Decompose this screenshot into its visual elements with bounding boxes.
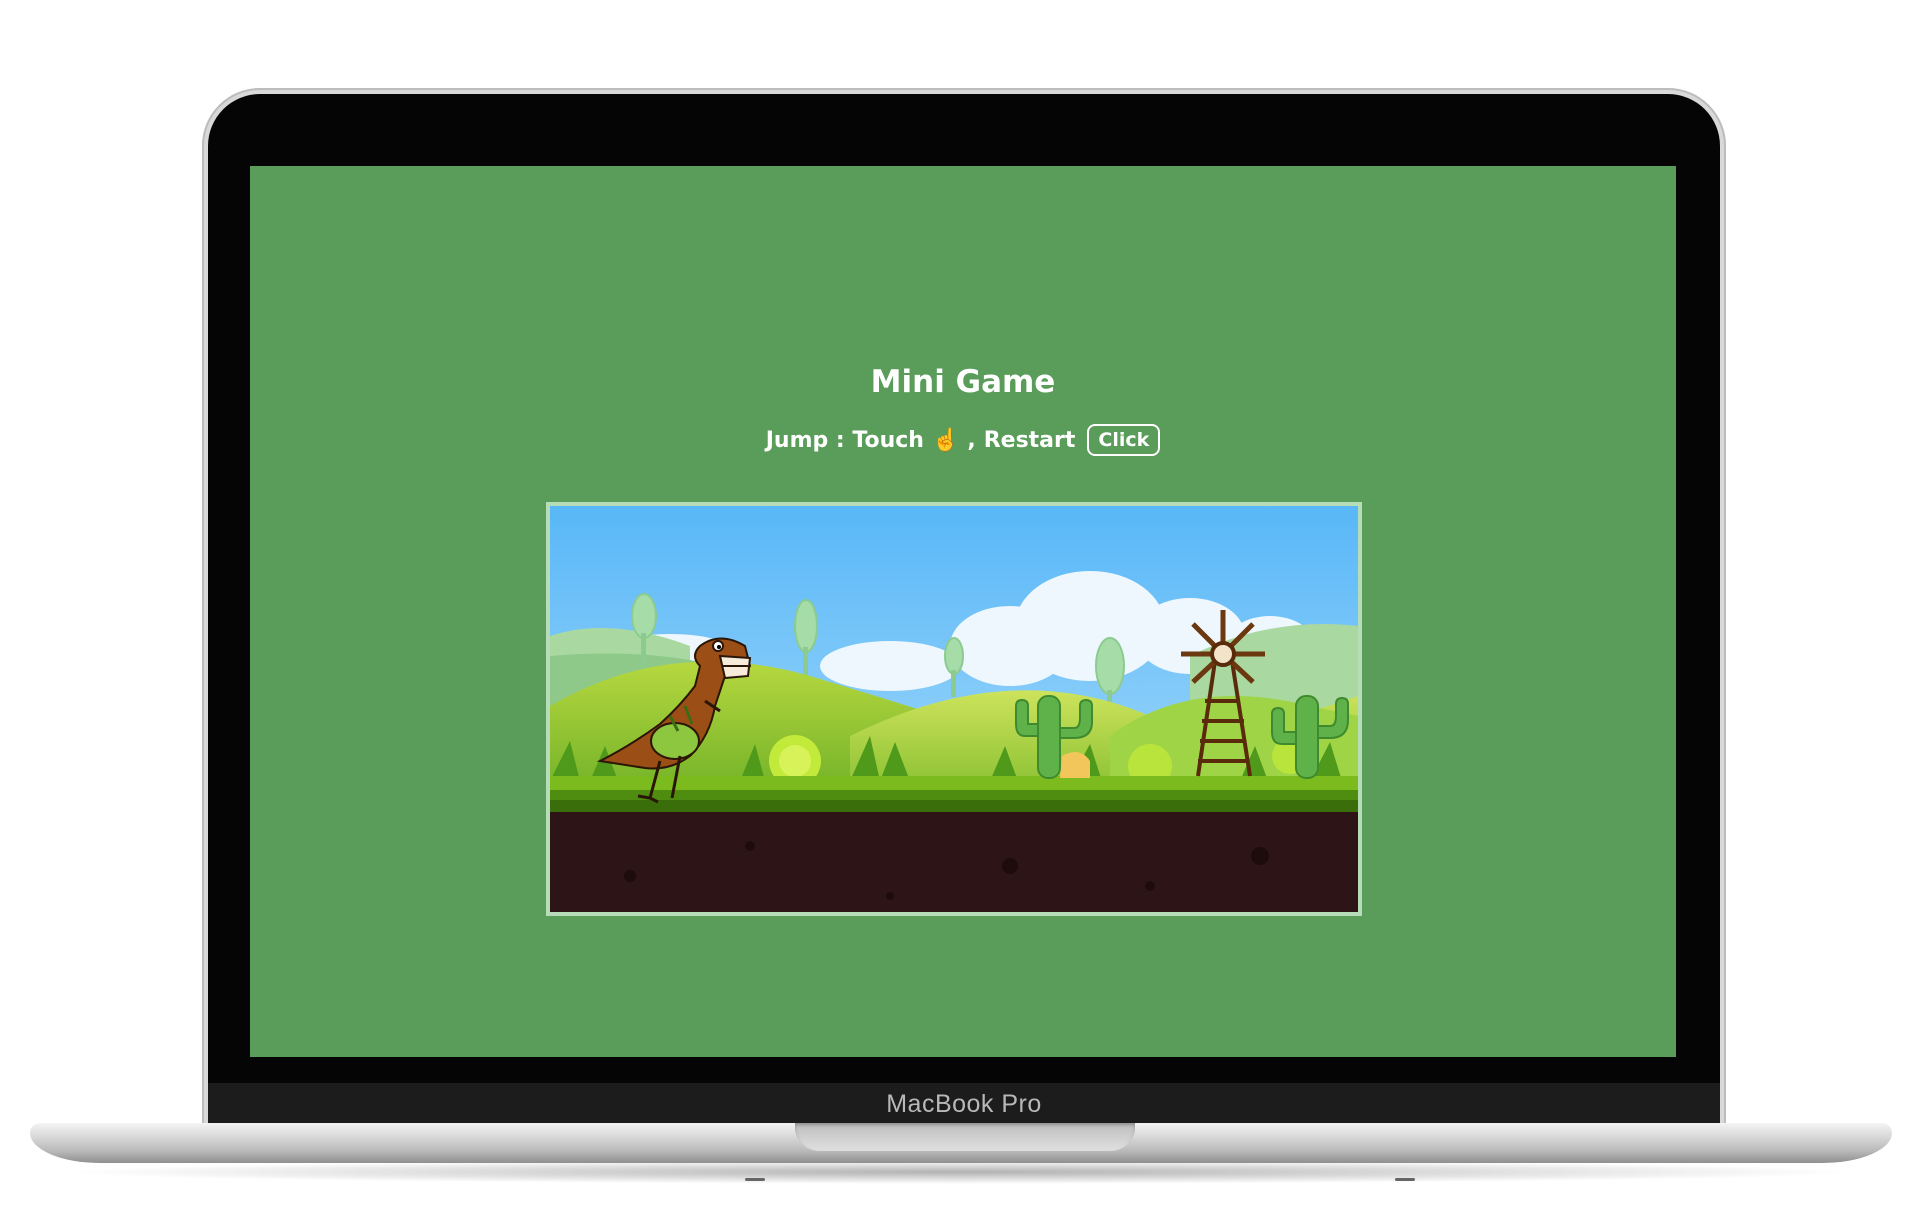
laptop-shadow	[60, 1160, 1860, 1184]
grass-shadow	[550, 800, 1358, 812]
laptop-foot	[1395, 1178, 1415, 1181]
restart-button[interactable]: Click	[1087, 424, 1161, 456]
separator: ,	[967, 427, 976, 453]
game-scene[interactable]	[550, 506, 1358, 912]
jump-instruction: Jump : Touch	[765, 427, 924, 453]
soil	[550, 812, 1358, 912]
laptop-opening-notch	[795, 1123, 1135, 1151]
laptop-screen: Mini Game Jump : Touch ☝️ , Restart Clic…	[250, 166, 1676, 1057]
grass-ground	[550, 776, 1358, 790]
game-canvas[interactable]	[546, 502, 1362, 916]
laptop-mockup: MacBook Pro Mini Game Jump : Touch ☝️ , …	[0, 0, 1920, 1221]
laptop-foot	[745, 1178, 765, 1181]
instructions-bar: Jump : Touch ☝️ , Restart Click	[250, 424, 1676, 456]
laptop-brand-label: MacBook Pro	[886, 1090, 1042, 1118]
pointing-up-hand-icon: ☝️	[931, 427, 960, 453]
page-title: Mini Game	[870, 364, 1056, 400]
rock	[1060, 752, 1090, 778]
restart-instruction: Restart	[983, 427, 1076, 453]
